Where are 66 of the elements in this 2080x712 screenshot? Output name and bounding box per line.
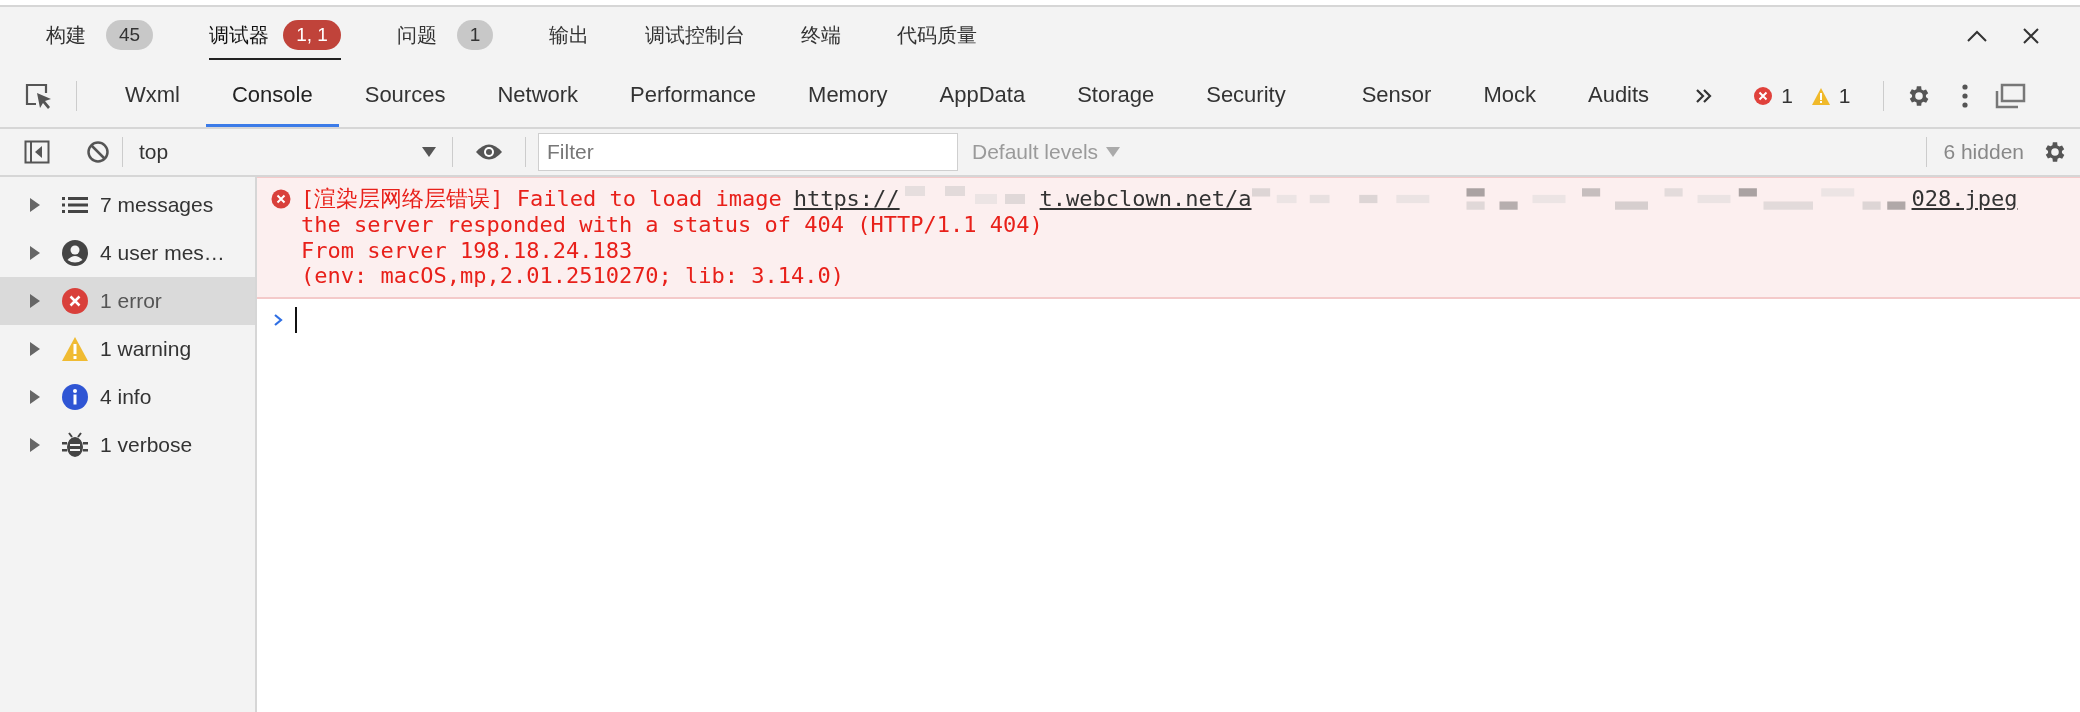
caret-icon: [422, 147, 436, 157]
bug-icon: [62, 432, 88, 458]
text-cursor: [295, 306, 297, 333]
panel-tab[interactable]: 调试器 1, 1: [209, 12, 341, 60]
image-link[interactable]: 028.jpeg: [1911, 186, 2018, 212]
prompt-icon: [273, 312, 283, 327]
panel-tab[interactable]: 构建 45: [46, 12, 154, 60]
error-icon: [1753, 86, 1774, 106]
message-text: [渲染层网络层错误] Failed to load image: [301, 186, 782, 212]
expand-arrow-icon: [30, 246, 40, 260]
more-tabs-icon[interactable]: [1695, 88, 1714, 104]
panel-tab[interactable]: 调试控制台: [645, 13, 746, 59]
hidden-count: 6 hidden: [1943, 140, 2024, 164]
devtools-tab[interactable]: Memory: [782, 65, 914, 127]
image-link[interactable]: t.webclown.net/a: [1039, 186, 1252, 212]
error-count: 1: [1781, 84, 1793, 108]
devtools-tab[interactable]: Wxml: [99, 65, 206, 127]
error-icon: [271, 189, 291, 209]
message-line: (env: macOS,mp,2.01.2510270; lib: 3.14.0): [301, 263, 846, 289]
context-dropdown[interactable]: top: [135, 140, 440, 164]
count-badge: 45: [106, 20, 154, 50]
info-icon: [62, 384, 88, 410]
devtools-tab[interactable]: Security: [1180, 65, 1336, 127]
close-icon[interactable]: [2022, 27, 2040, 45]
image-link[interactable]: https://: [793, 186, 900, 212]
expand-arrow-icon: [30, 294, 40, 308]
panel-tab[interactable]: 代码质量: [897, 13, 978, 59]
count-badge: 1, 1: [283, 20, 341, 50]
count-badge: 1: [456, 20, 494, 50]
caret-icon: [1106, 147, 1121, 157]
expand-arrow-icon: [30, 198, 40, 212]
devtools-tab[interactable]: AppData: [913, 65, 1052, 127]
warning-count: 1: [1838, 84, 1851, 108]
eye-icon[interactable]: [475, 143, 503, 161]
devtools-tab[interactable]: Network: [471, 65, 605, 127]
sidebar-item[interactable]: 1 error: [0, 277, 255, 325]
expand-arrow-icon: [30, 342, 40, 356]
filter-field[interactable]: Filter: [538, 133, 958, 171]
expand-arrow-icon: [30, 438, 40, 452]
collapse-icon[interactable]: [1966, 29, 1988, 43]
warning-icon: [61, 336, 89, 362]
user-icon: [62, 240, 88, 266]
dock-icon[interactable]: [1993, 83, 2026, 109]
warning-icon: [1810, 86, 1831, 106]
panel-tab[interactable]: 问题 1: [396, 12, 494, 60]
message-line: the server responded with a status of 404 (HTTP/1.1 404): [301, 212, 1044, 238]
sidebar-item[interactable]: 4 info: [0, 373, 255, 421]
sidebar-item[interactable]: 1 verbose: [0, 421, 255, 469]
devtools-tab[interactable]: Audits: [1561, 65, 1676, 127]
panel-tab[interactable]: 输出: [549, 13, 590, 59]
devtools-tab[interactable]: Mock: [1457, 65, 1562, 127]
sidebar-item[interactable]: 7 messages: [0, 181, 255, 229]
list-icon: [62, 195, 88, 215]
expand-arrow-icon: [30, 390, 40, 404]
panel-tab[interactable]: 终端: [801, 13, 842, 59]
sidebar-item[interactable]: 4 user mes…: [0, 229, 255, 277]
sidebar-item[interactable]: 1 warning: [0, 325, 255, 373]
error-icon: [62, 288, 88, 314]
devtools-tab[interactable]: Storage: [1051, 65, 1181, 127]
message-line: From server 198.18.24.183: [301, 237, 634, 263]
sidebar-toggle-icon[interactable]: [24, 140, 50, 164]
devtools-tab[interactable]: Performance: [604, 65, 783, 127]
devtools-tab[interactable]: Sensor: [1335, 65, 1458, 127]
more-options-icon[interactable]: [1961, 84, 1968, 108]
devtools-tab[interactable]: Sources: [338, 65, 472, 127]
clear-console-icon[interactable]: [86, 140, 110, 164]
